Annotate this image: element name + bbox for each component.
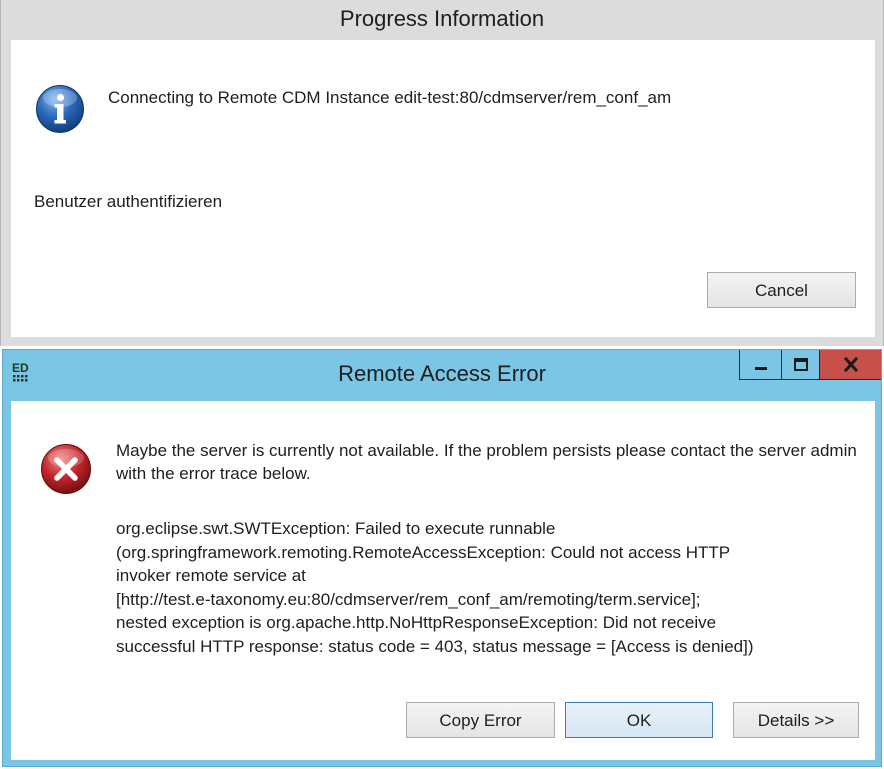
progress-dialog-body: Connecting to Remote CDM Instance edit-t… — [11, 40, 875, 337]
maximize-button[interactable] — [781, 350, 819, 380]
error-trace-line: [http://test.e-taxonomy.eu:80/cdmserver/… — [116, 589, 701, 609]
ok-button[interactable]: OK — [565, 702, 713, 738]
progress-message: Connecting to Remote CDM Instance edit-t… — [108, 88, 672, 107]
error-trace-line: successful HTTP response: status code = … — [116, 636, 754, 656]
copy-error-button[interactable]: Copy Error — [406, 702, 555, 738]
details-button[interactable]: Details >> — [733, 702, 859, 738]
error-trace: org.eclipse.swt.SWTException: Failed to … — [116, 517, 861, 658]
error-icon — [41, 444, 91, 494]
minimize-button[interactable] — [739, 350, 781, 380]
progress-dialog: Progress Information Connecting to Remot… — [0, 0, 884, 346]
maximize-icon — [794, 358, 808, 371]
error-trace-line: (org.springframework.remoting.RemoteAcce… — [116, 542, 731, 562]
info-icon — [36, 85, 84, 133]
close-button[interactable] — [819, 350, 881, 380]
progress-dialog-title: Progress Information — [339, 6, 545, 31]
progress-task-label: Benutzer authentifizieren — [34, 192, 223, 211]
error-trace-line: nested exception is org.apache.http.NoHt… — [116, 613, 717, 632]
error-message: Maybe the server is currently not availa… — [116, 441, 857, 483]
error-dialog: ED Remote Access Error Maybe the server … — [2, 349, 882, 767]
error-dialog-body: Maybe the server is currently not availa… — [11, 401, 875, 760]
error-trace-line: org.eclipse.swt.SWTException: Failed to … — [116, 519, 556, 538]
error-dialog-titlebar[interactable]: ED Remote Access Error — [3, 350, 881, 394]
error-trace-line: invoker remote service at — [116, 566, 306, 585]
minimize-icon — [755, 367, 767, 370]
cancel-button[interactable]: Cancel — [707, 272, 856, 308]
close-icon — [843, 356, 859, 373]
